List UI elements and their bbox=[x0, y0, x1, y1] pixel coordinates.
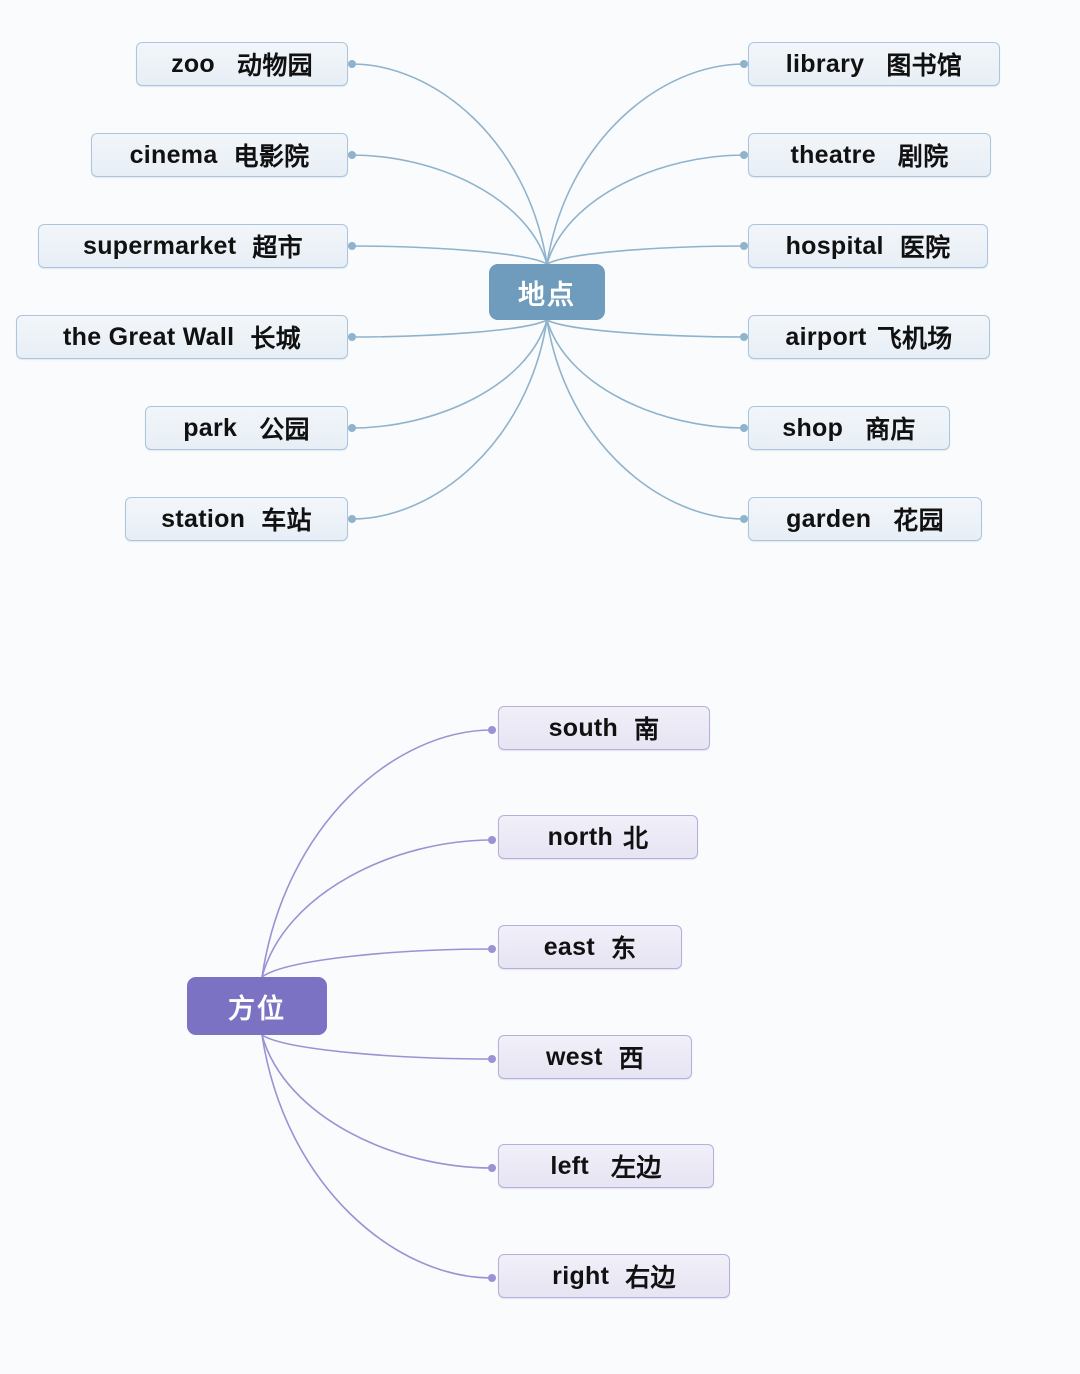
root-node-places[interactable]: 地点 bbox=[489, 264, 605, 320]
edge-to-theatre-endpoint-dot bbox=[740, 151, 748, 159]
node-label-zh: 超市 bbox=[252, 234, 303, 262]
edge-to-zoo-endpoint-dot bbox=[348, 60, 356, 68]
edge-to-south-endpoint-dot bbox=[488, 726, 496, 734]
node-label-zh: 车站 bbox=[261, 507, 312, 535]
edge-to-shop-endpoint-dot bbox=[740, 424, 748, 432]
edge-to-east bbox=[261, 948, 493, 978]
node-label-zh: 动物园 bbox=[237, 52, 313, 80]
node-label-en: east bbox=[543, 932, 595, 961]
node-supermarket[interactable]: supermarket 超市 bbox=[38, 224, 348, 268]
node-label-zh: 飞机场 bbox=[876, 325, 953, 353]
node-label-zh: 长城 bbox=[250, 325, 301, 353]
edge-to-supermarket bbox=[351, 245, 548, 265]
edge-to-west bbox=[261, 1034, 493, 1060]
node-zoo[interactable]: zoo 动物园 bbox=[136, 42, 348, 86]
edge-to-north-endpoint-dot bbox=[488, 836, 496, 844]
edge-to-east-endpoint-dot bbox=[488, 945, 496, 953]
node-theatre[interactable]: theatre 剧院 bbox=[748, 133, 991, 177]
node-label-zh: 商店 bbox=[865, 416, 916, 444]
node-label-zh: 西 bbox=[618, 1045, 645, 1073]
node-label-en: library bbox=[785, 49, 865, 78]
edge-to-hospital bbox=[546, 245, 745, 265]
edge-to-garden bbox=[546, 319, 745, 520]
edge-to-hospital-endpoint-dot bbox=[740, 242, 748, 250]
node-hospital[interactable]: hospital 医院 bbox=[748, 224, 988, 268]
edge-to-theatre bbox=[546, 154, 745, 265]
edge-to-cinema-endpoint-dot bbox=[348, 151, 356, 159]
node-label-zh: 南 bbox=[634, 716, 660, 744]
node-east[interactable]: east 东 bbox=[498, 925, 682, 969]
node-label-zh: 公园 bbox=[259, 416, 310, 444]
node-label-zh: 剧院 bbox=[897, 143, 949, 171]
node-label-zh: 北 bbox=[623, 825, 649, 853]
node-label-en: park bbox=[183, 413, 238, 442]
node-north[interactable]: north 北 bbox=[498, 815, 698, 859]
edge-to-station bbox=[351, 319, 548, 520]
edge-to-west-endpoint-dot bbox=[488, 1055, 496, 1063]
node-label-en: airport bbox=[785, 322, 867, 351]
edge-to-north bbox=[261, 839, 493, 978]
root-node-directions[interactable]: 方位 bbox=[187, 977, 327, 1035]
edge-to-left bbox=[261, 1034, 493, 1169]
edge-to-library bbox=[546, 63, 745, 265]
edge-to-right-endpoint-dot bbox=[488, 1274, 496, 1282]
node-shop[interactable]: shop 商店 bbox=[748, 406, 950, 450]
edge-to-left-endpoint-dot bbox=[488, 1164, 496, 1172]
edge-to-the-great-wall bbox=[351, 319, 548, 338]
node-label-en: cinema bbox=[129, 140, 218, 169]
edge-to-shop bbox=[546, 319, 745, 429]
node-label-en: supermarket bbox=[83, 231, 237, 260]
node-label-en: shop bbox=[782, 413, 844, 442]
node-left[interactable]: left 左边 bbox=[498, 1144, 714, 1188]
node-label-zh: 电影院 bbox=[233, 143, 310, 171]
node-label-zh: 医院 bbox=[899, 234, 951, 262]
node-label-zh: 图书馆 bbox=[886, 52, 963, 80]
edge-to-garden-endpoint-dot bbox=[740, 515, 748, 523]
mindmap-canvas: zoo 动物园 cinema 电影院 supermarket 超市 the Great Wa… bbox=[0, 0, 1080, 1374]
node-station[interactable]: station 车站 bbox=[125, 497, 348, 541]
node-label-en: left bbox=[550, 1151, 590, 1180]
edge-to-airport-endpoint-dot bbox=[740, 333, 748, 341]
node-label-en: south bbox=[548, 713, 619, 742]
node-label-zh: 左边 bbox=[611, 1154, 662, 1182]
node-garden[interactable]: garden 花园 bbox=[748, 497, 982, 541]
edge-to-zoo bbox=[351, 63, 548, 265]
node-label-en: theatre bbox=[790, 140, 876, 169]
node-park[interactable]: park 公园 bbox=[145, 406, 348, 450]
node-label-zh: 花园 bbox=[893, 507, 944, 535]
edge-to-supermarket-endpoint-dot bbox=[348, 242, 356, 250]
node-label-en: garden bbox=[786, 504, 872, 533]
node-right[interactable]: right 右边 bbox=[498, 1254, 730, 1298]
node-label-en: north bbox=[547, 822, 614, 851]
node-label-en: station bbox=[161, 504, 246, 533]
node-airport[interactable]: airport 飞机场 bbox=[748, 315, 990, 359]
node-label-zh: 东 bbox=[610, 935, 637, 963]
node-label-en: zoo bbox=[171, 49, 216, 78]
edge-to-park bbox=[351, 319, 548, 429]
node-label-en: hospital bbox=[785, 231, 884, 260]
edge-to-south bbox=[261, 729, 493, 978]
node-label-en: right bbox=[552, 1261, 610, 1290]
edge-to-library-endpoint-dot bbox=[740, 60, 748, 68]
node-label-zh: 右边 bbox=[625, 1264, 676, 1292]
edge-to-cinema bbox=[351, 154, 548, 265]
edge-to-station-endpoint-dot bbox=[348, 515, 356, 523]
edge-to-airport bbox=[546, 319, 745, 338]
node-library[interactable]: library 图书馆 bbox=[748, 42, 1000, 86]
node-west[interactable]: west 西 bbox=[498, 1035, 692, 1079]
root-node-label: 地点 bbox=[518, 279, 576, 310]
node-south[interactable]: south 南 bbox=[498, 706, 710, 750]
node-label-en: the Great Wall bbox=[63, 322, 235, 351]
node-label-en: west bbox=[545, 1042, 603, 1071]
node-the-great-wall[interactable]: the Great Wall 长城 bbox=[16, 315, 348, 359]
edge-to-park-endpoint-dot bbox=[348, 424, 356, 432]
root-node-label: 方位 bbox=[228, 993, 286, 1024]
edge-to-right bbox=[261, 1034, 493, 1279]
edge-to-the-great-wall-endpoint-dot bbox=[348, 333, 356, 341]
node-cinema[interactable]: cinema 电影院 bbox=[91, 133, 348, 177]
